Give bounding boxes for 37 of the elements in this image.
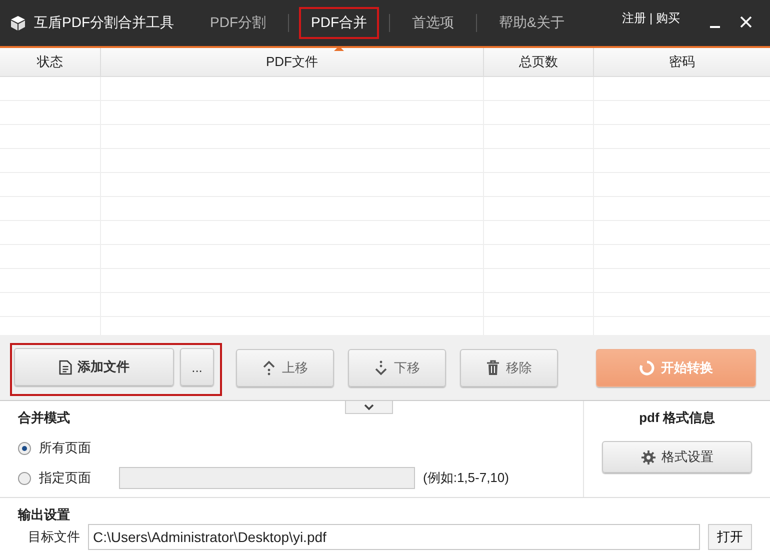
radio-button[interactable] [18,442,31,454]
section-title: 输出设置 [18,506,71,524]
document-icon [58,360,72,374]
minimize-icon [710,26,720,28]
radio-button[interactable] [18,472,31,484]
tab[interactable]: 首选项 [400,7,466,39]
close-icon [740,16,752,28]
window-title: 互盾PDF分割合并工具 [34,14,174,32]
target-file-label: 目标文件 [28,528,80,546]
chevron-down-icon [363,403,375,411]
refresh-icon [639,360,655,376]
format-settings-button[interactable]: 格式设置 [602,441,752,473]
add-file-button[interactable]: 添加文件 [14,348,174,386]
cube-icon [10,15,26,31]
trash-icon [486,360,500,376]
tab[interactable]: PDF合并 [299,7,379,39]
move-down-button[interactable]: 下移 [348,348,446,386]
radio-label[interactable]: 所有页面 [39,439,111,457]
arrow-up-icon [262,360,276,376]
target-path-field[interactable]: C:\Users\Administrator\Desktop\yi.pdf [88,524,700,550]
more-button[interactable]: ... [180,348,214,386]
arrow-down-icon [374,360,388,376]
radio-label[interactable]: 指定页面 [39,469,111,487]
example-hint: (例如:1,5-7,10) [423,469,509,487]
column-header[interactable]: PDF文件 [101,48,484,76]
column-header[interactable]: 密码 [594,48,770,76]
account-links[interactable]: 注册 | 购买 [622,10,680,27]
section-title: 合并模式 [18,409,71,427]
section-title: pdf 格式信息 [639,409,715,427]
tab[interactable]: PDF分割 [198,7,278,39]
column-header[interactable]: 状态 [0,48,101,76]
tab[interactable]: 帮助&关于 [487,7,576,39]
remove-button[interactable]: 移除 [460,348,558,386]
open-button[interactable]: 打开 [708,524,752,550]
move-up-button[interactable]: 上移 [236,348,334,386]
collapse-button[interactable] [345,400,393,414]
column-header[interactable]: 总页数 [484,48,594,76]
